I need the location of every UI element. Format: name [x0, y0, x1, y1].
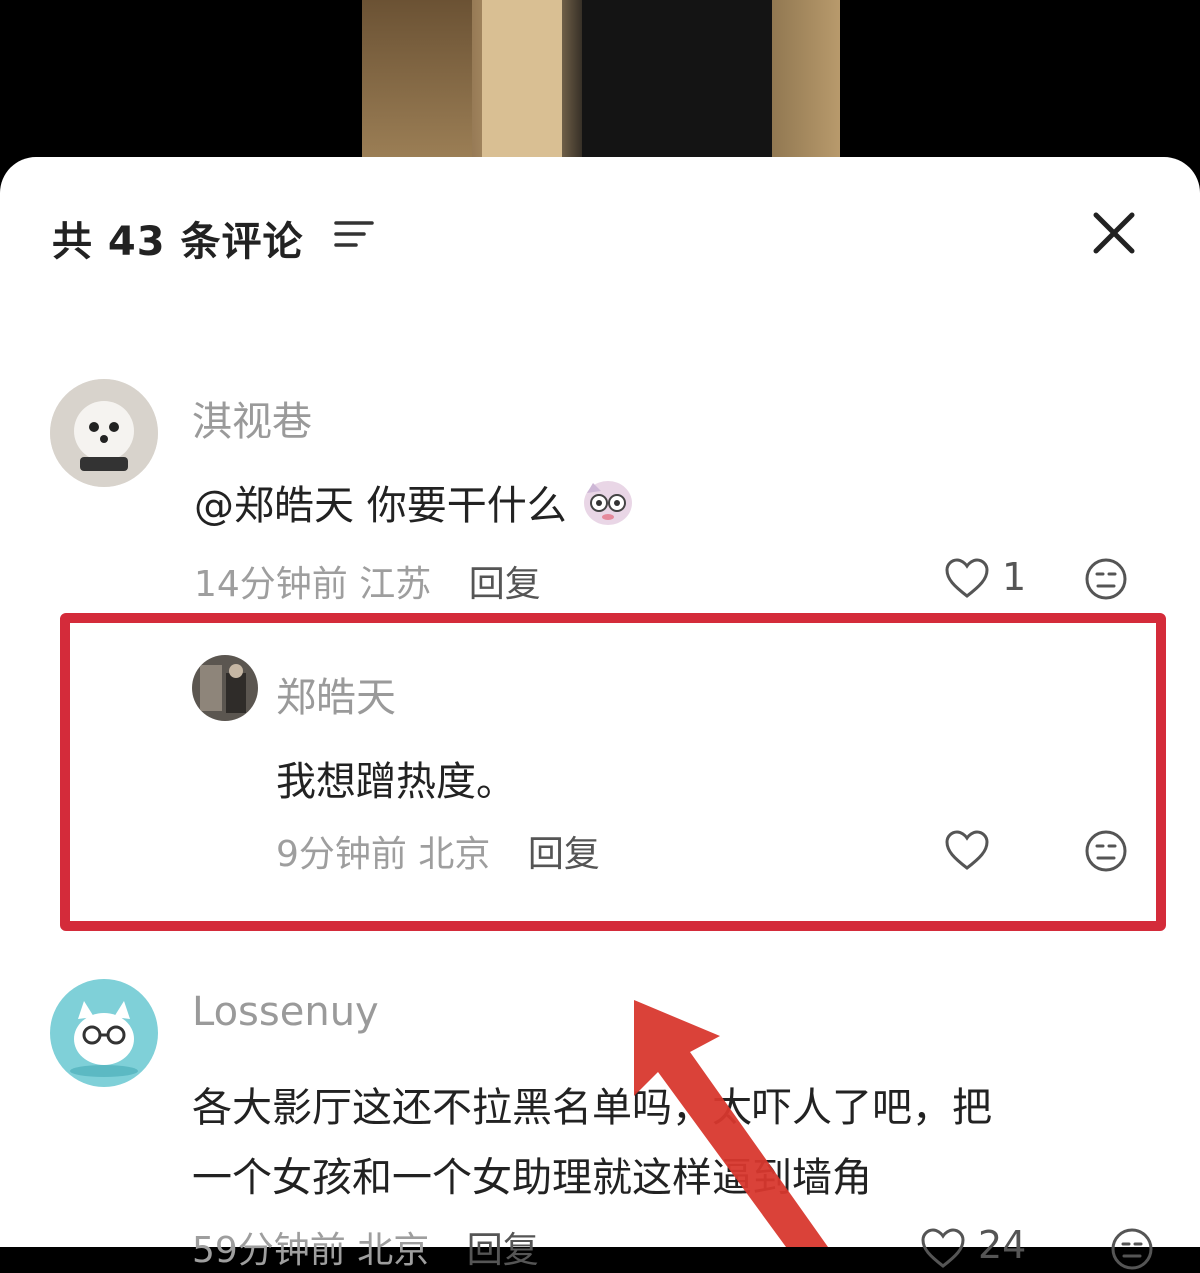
comments-count-title: 共 43 条评论 — [52, 219, 304, 265]
comment-time: 9分钟前 — [276, 834, 407, 875]
dog-avatar-icon — [50, 379, 158, 487]
dislike-face-icon[interactable] — [1084, 557, 1128, 601]
like-count: 24 — [978, 1223, 1027, 1267]
like-heart-icon[interactable] — [944, 829, 990, 871]
avatar[interactable] — [192, 655, 258, 721]
comment-location: 北京 — [357, 1230, 430, 1271]
reply-button[interactable]: 回复 — [467, 1230, 539, 1271]
close-icon[interactable] — [1090, 209, 1138, 257]
comment-meta: 9分钟前 北京 回复 — [276, 825, 600, 877]
comment-meta: 14分钟前 江苏 回复 — [194, 555, 541, 607]
comment-text: @郑皓天 你要干什么 — [194, 473, 637, 531]
comment-text-content: @郑皓天 你要干什么 — [194, 483, 567, 529]
avatar[interactable] — [50, 379, 158, 487]
dislike-face-icon[interactable] — [1110, 1227, 1154, 1271]
reply-button[interactable]: 回复 — [528, 834, 600, 875]
cartoon-avatar-icon — [50, 979, 158, 1087]
like-heart-icon[interactable] — [920, 1227, 966, 1269]
sort-filter-icon[interactable] — [334, 219, 374, 251]
comment-location: 江苏 — [359, 564, 432, 605]
comment-time: 14分钟前 — [194, 564, 348, 605]
reply-button[interactable]: 回复 — [469, 564, 541, 605]
avatar[interactable] — [50, 979, 158, 1087]
like-heart-icon[interactable] — [944, 557, 990, 599]
comment-username[interactable]: 淇视巷 — [192, 389, 312, 447]
comment-time: 59分钟前 — [192, 1230, 346, 1271]
comment-meta: 59分钟前 北京 回复 — [192, 1221, 539, 1273]
comment-username[interactable]: 郑皓天 — [276, 665, 396, 723]
photo-avatar-icon — [192, 655, 258, 721]
annotation-arrow-icon — [634, 1000, 828, 1247]
comment-location: 北京 — [418, 834, 491, 875]
emoji-icon — [584, 481, 633, 525]
comment-username[interactable]: Lossenuy — [192, 989, 379, 1035]
comment-text-line-1: 各大影厅这还不拉黑名单吗，太吓人了吧，把 — [192, 1085, 992, 1131]
like-count: 1 — [1002, 555, 1027, 599]
comment-text: 我想蹭热度。 — [276, 759, 516, 805]
dislike-face-icon[interactable] — [1084, 829, 1128, 873]
